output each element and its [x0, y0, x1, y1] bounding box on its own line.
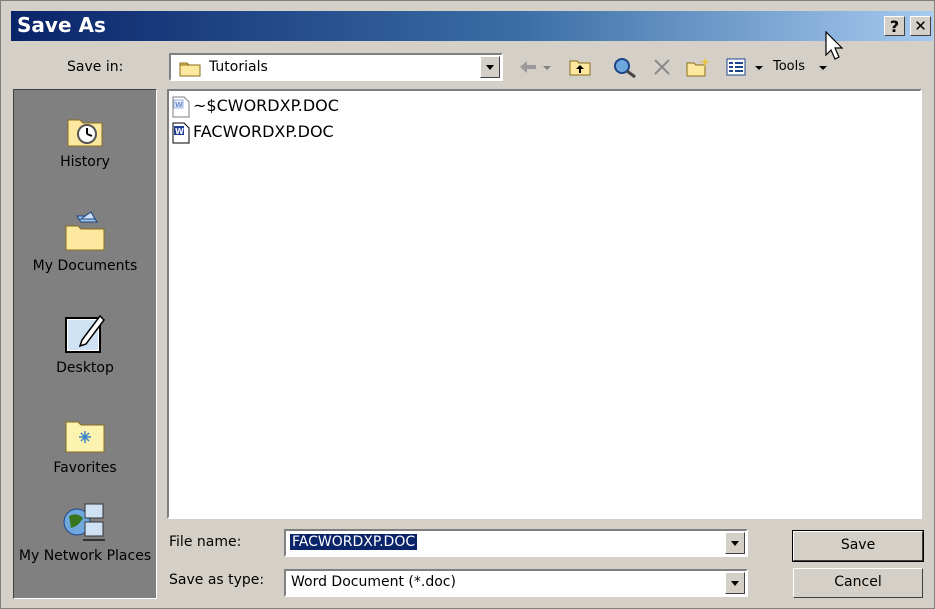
close-button[interactable]: ✕ — [910, 16, 931, 36]
place-my-documents[interactable]: My Documents — [14, 210, 156, 274]
folder-icon — [179, 62, 201, 77]
views-dropdown-icon[interactable] — [753, 56, 765, 78]
file-name-dropdown-button[interactable] — [725, 532, 745, 554]
svg-text:W: W — [175, 101, 183, 109]
place-label: My Network Places — [18, 548, 152, 564]
word-temp-doc-icon: W — [172, 96, 190, 118]
favorites-icon — [65, 421, 105, 453]
file-name-label: File name: — [169, 534, 242, 550]
place-label: Desktop — [56, 360, 114, 376]
save-as-type-label: Save as type: — [169, 572, 265, 588]
search-web-icon[interactable] — [612, 56, 638, 78]
file-list[interactable]: W ~$CWORDXP.DOC W FACWORDXP.DOC — [167, 89, 922, 519]
network-places-icon — [63, 503, 105, 541]
word-doc-icon: W — [172, 122, 190, 144]
file-name: FACWORDXP.DOC — [193, 122, 334, 141]
tools-dropdown-icon[interactable] — [817, 56, 829, 78]
dialog-title: Save As — [17, 13, 106, 37]
help-button[interactable]: ? — [884, 16, 905, 36]
save-as-type-select[interactable]: Word Document (*.doc) — [284, 569, 748, 597]
views-icon[interactable] — [725, 56, 747, 78]
save-as-type-dropdown-button[interactable] — [725, 572, 745, 594]
place-label: History — [60, 154, 110, 170]
save-in-combo[interactable]: Tutorials — [169, 53, 503, 81]
save-in-value: Tutorials — [209, 59, 268, 75]
back-arrow-icon[interactable] — [517, 56, 539, 78]
svg-text:W: W — [175, 127, 184, 136]
save-as-type-value: Word Document (*.doc) — [291, 574, 456, 590]
new-folder-icon[interactable] — [685, 56, 711, 78]
place-label: Favorites — [53, 460, 117, 476]
title-bar[interactable]: Save As ? ✕ — [11, 11, 933, 41]
place-history[interactable]: History — [14, 110, 156, 170]
back-dropdown-icon[interactable] — [541, 56, 553, 78]
save-in-dropdown-button[interactable] — [480, 56, 500, 78]
place-desktop[interactable]: Desktop — [14, 312, 156, 376]
place-favorites[interactable]: Favorites — [14, 412, 156, 476]
delete-icon[interactable] — [651, 56, 673, 78]
desktop-icon — [65, 314, 105, 353]
history-icon — [67, 119, 103, 147]
file-name-value: FACWORDXP.DOC — [290, 534, 418, 550]
my-documents-icon — [65, 211, 105, 251]
cancel-button[interactable]: Cancel — [793, 568, 923, 598]
save-button[interactable]: Save — [792, 530, 924, 562]
up-one-level-icon[interactable] — [568, 56, 592, 78]
tools-menu-button[interactable]: Tools — [773, 59, 805, 74]
place-network[interactable]: My Network Places — [14, 500, 156, 564]
place-label: My Documents — [32, 258, 138, 274]
places-bar: History My Documents Desktop Favorites M… — [13, 89, 157, 599]
file-name-input[interactable]: FACWORDXP.DOC — [284, 529, 748, 557]
save-as-dialog: Save As ? ✕ Save in: Tutorials Tools His… — [0, 0, 935, 609]
save-in-label: Save in: — [67, 59, 124, 75]
file-name: ~$CWORDXP.DOC — [193, 96, 339, 115]
